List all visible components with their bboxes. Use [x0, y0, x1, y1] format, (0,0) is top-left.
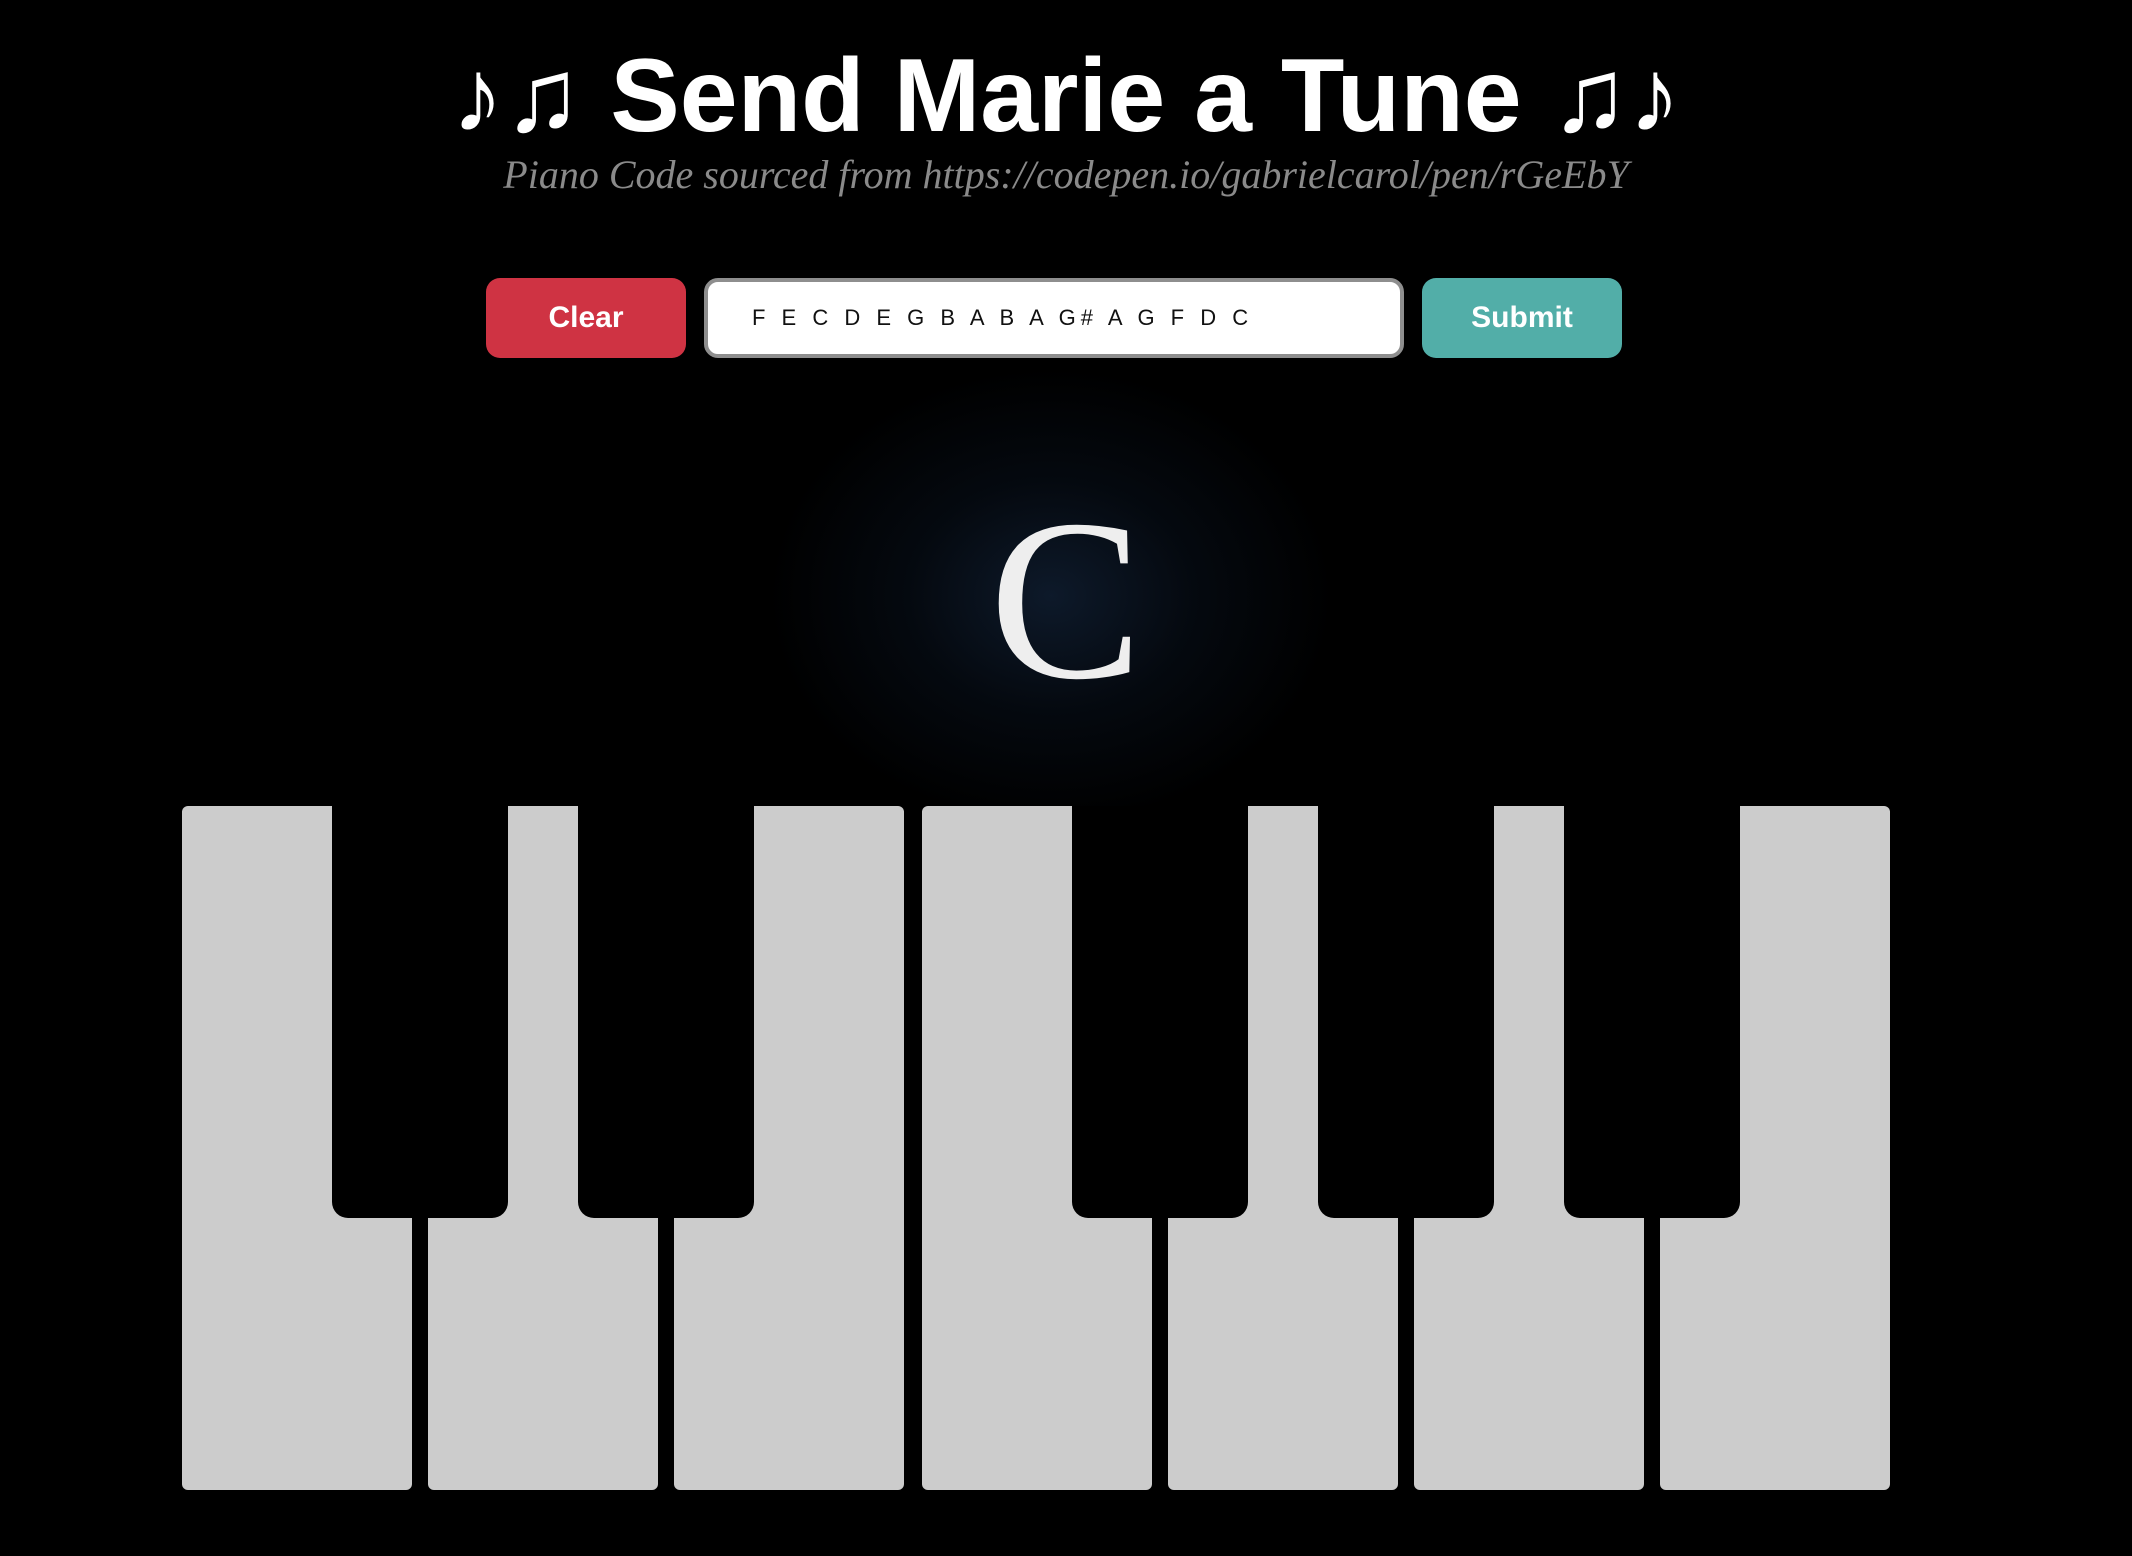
current-note-display: C — [989, 472, 1143, 727]
black-key-1[interactable] — [332, 806, 508, 1218]
black-key-4[interactable] — [1318, 806, 1494, 1218]
clear-button[interactable]: Clear — [486, 278, 686, 358]
black-key-5[interactable] — [1564, 806, 1740, 1218]
black-key-2[interactable] — [578, 806, 754, 1218]
black-key-3[interactable] — [1072, 806, 1248, 1218]
submit-button[interactable]: Submit — [1422, 278, 1622, 358]
notes-input[interactable] — [704, 278, 1404, 358]
controls-bar: Clear Submit — [0, 0, 2132, 400]
